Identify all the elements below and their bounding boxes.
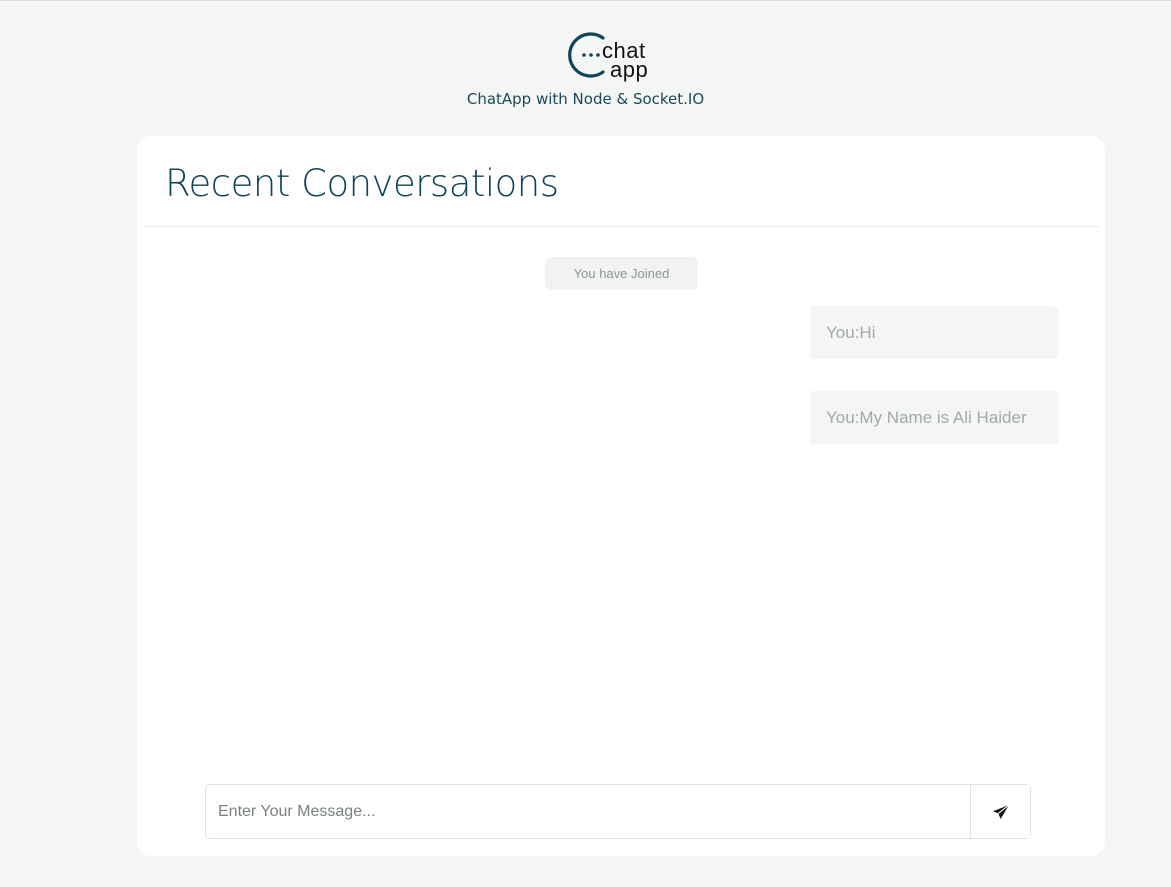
title-divider	[144, 226, 1099, 227]
chat-message: You:Hi	[810, 306, 1058, 359]
conversation-title: Recent Conversations	[165, 162, 559, 205]
top-border	[0, 0, 1171, 1]
message-composer	[205, 784, 1031, 839]
send-button[interactable]	[970, 785, 1030, 838]
join-notice: You have Joined	[545, 257, 698, 290]
logo-word-app: app	[610, 57, 649, 82]
message-input[interactable]	[207, 786, 968, 837]
app-subtitle: ChatApp with Node & Socket.IO	[466, 90, 705, 108]
chatapp-logo: chat app	[566, 26, 676, 84]
chat-message: You:My Name is Ali Haider	[810, 391, 1058, 444]
conversation-card: Recent Conversations You have Joined You…	[137, 136, 1105, 856]
paper-plane-icon	[992, 804, 1009, 819]
